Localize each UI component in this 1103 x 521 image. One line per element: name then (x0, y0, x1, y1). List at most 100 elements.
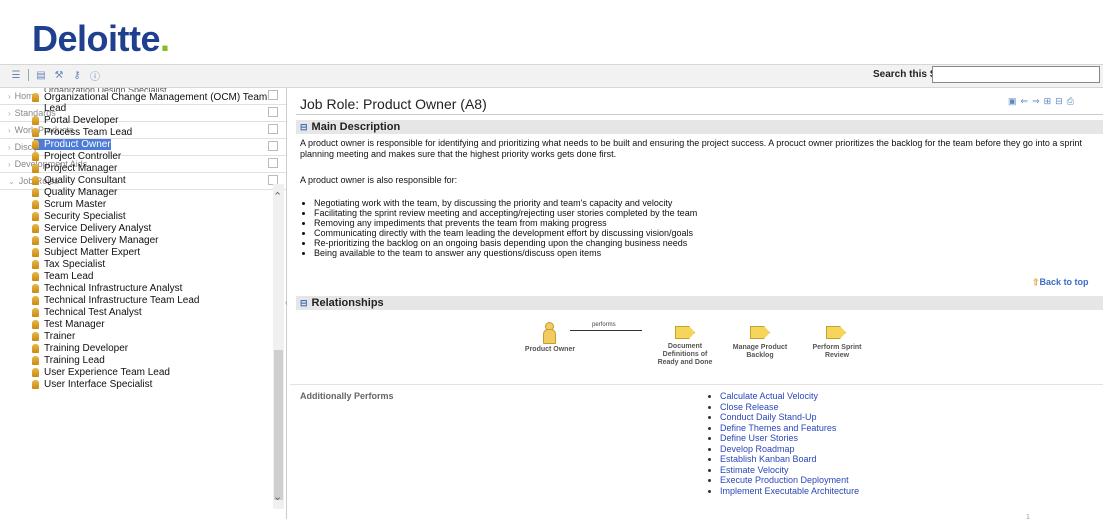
role-icon (32, 344, 39, 353)
performs-label: performs (592, 322, 616, 328)
job-role-item[interactable]: Quality Consultant (0, 175, 274, 187)
job-role-item[interactable]: Training Developer (0, 343, 274, 355)
job-role-item[interactable]: Scrum Master (0, 199, 274, 211)
list-item[interactable]: Develop Roadmap (720, 444, 859, 455)
job-role-item[interactable]: User Interface Specialist (0, 379, 274, 391)
list-item[interactable]: Define User Stories (720, 433, 859, 444)
role-icon (32, 368, 39, 377)
scroll-up-icon[interactable]: ⌃ (273, 190, 282, 203)
job-role-item-selected[interactable]: Product Owner (0, 139, 274, 151)
task-label[interactable]: Perform Sprint Review (810, 344, 864, 360)
role-icon (32, 188, 39, 197)
title-divider (296, 114, 1103, 115)
job-role-item[interactable]: Project Controller (0, 151, 274, 163)
role-icon (32, 176, 39, 185)
list-item[interactable]: Define Themes and Features (720, 423, 859, 434)
role-icon (32, 308, 39, 317)
list-item: Facilitating the sprint review meeting a… (314, 208, 697, 218)
role-icon (32, 380, 39, 389)
job-role-item[interactable]: Project Manager (0, 163, 274, 175)
job-role-item[interactable]: Technical Infrastructure Analyst (0, 283, 274, 295)
toolbar-divider (28, 69, 29, 81)
list-item[interactable]: Execute Production Deployment (720, 475, 859, 486)
role-icon (32, 356, 39, 365)
job-role-item[interactable]: User Experience Team Lead (0, 367, 274, 379)
list-item[interactable]: Close Release (720, 402, 859, 413)
expand-icon[interactable]: ⊞ (1044, 96, 1052, 107)
job-roles-list: Organization Design Specialist Organizat… (0, 88, 274, 423)
job-role-item[interactable]: Quality Manager (0, 187, 274, 199)
role-icon (32, 320, 39, 329)
additionally-performs-list: Calculate Actual Velocity Close Release … (708, 391, 859, 496)
role-actor-icon (543, 322, 556, 344)
job-role-item[interactable]: Security Specialist (0, 211, 274, 223)
list-item[interactable]: Implement Executable Architecture (720, 486, 859, 497)
collapse-section-icon[interactable]: ⊟ (300, 298, 308, 309)
page-tools: ▣ ⇐ ⇒ ⊞ ⊟ ⎙ (1008, 96, 1074, 107)
section-divider (290, 384, 1103, 385)
collapse-section-icon[interactable]: ⊟ (300, 122, 308, 133)
job-role-item[interactable]: Service Delivery Manager (0, 235, 274, 247)
role-icon (32, 116, 39, 125)
job-role-item[interactable]: Test Manager (0, 319, 274, 331)
job-role-item[interactable]: Team Lead (0, 271, 274, 283)
job-role-item[interactable]: Process Team Lead (0, 127, 274, 139)
job-role-item[interactable]: Tax Specialist (0, 259, 274, 271)
main-description-header[interactable]: ⊟ Main Description (296, 120, 1103, 134)
role-icon (32, 128, 39, 137)
role-icon (32, 272, 39, 281)
tree-sync-icon[interactable]: ▣ (1008, 96, 1017, 107)
role-icon (32, 248, 39, 257)
job-role-item[interactable]: Technical Infrastructure Team Lead (0, 295, 274, 307)
scroll-down-icon[interactable]: ⌄ (273, 490, 282, 503)
role-icon (32, 260, 39, 269)
job-role-item[interactable]: Training Lead (0, 355, 274, 367)
performs-line (570, 330, 642, 331)
list-item[interactable]: Calculate Actual Velocity (720, 391, 859, 402)
role-icon (32, 200, 39, 209)
job-role-item[interactable]: Organizational Change Management (OCM) T… (0, 92, 274, 115)
list-item[interactable]: Estimate Velocity (720, 465, 859, 476)
role-icon (32, 332, 39, 341)
job-role-item[interactable]: Service Delivery Analyst (0, 223, 274, 235)
job-role-item[interactable]: Portal Developer (0, 115, 274, 127)
list-item: Re-prioritizing the backlog on an ongoin… (314, 238, 697, 248)
info-icon[interactable]: ⓘ (89, 69, 101, 83)
list-item[interactable]: Establish Kanban Board (720, 454, 859, 465)
tree-icon[interactable]: ▤ (35, 69, 47, 81)
role-icon (32, 93, 39, 102)
back-to-top-link[interactable]: ⇧Back to top (1032, 277, 1089, 288)
task-label[interactable]: Manage Product Backlog (728, 344, 792, 360)
nav-scrollbar-thumb[interactable] (274, 350, 283, 500)
additionally-performs-label: Additionally Performs (300, 391, 394, 401)
role-icon (32, 152, 39, 161)
key-icon[interactable]: ⚷ (71, 69, 83, 81)
print-icon[interactable]: ⎙ (1067, 96, 1074, 107)
actor-label: Product Owner (524, 346, 576, 353)
relationships-header[interactable]: ⊟ Relationships (296, 296, 1103, 310)
forward-icon[interactable]: ⇒ (1032, 96, 1040, 107)
job-role-item[interactable]: Technical Test Analyst (0, 307, 274, 319)
list-icon[interactable]: ☰ (10, 69, 22, 81)
list-item: Communicating directly with the team lea… (314, 228, 697, 238)
site-toolbar: ☰ ▤ ⚒ ⚷ ⓘ Search this Site: (0, 64, 1103, 88)
list-item: Negotiating work with the team, by discu… (314, 198, 697, 208)
role-icon (32, 296, 39, 305)
page-title: Job Role: Product Owner (A8) (300, 96, 487, 112)
description-paragraph: A product owner is responsible for ident… (300, 138, 1082, 159)
tools-icon[interactable]: ⚒ (53, 69, 65, 81)
collapse-panel-icon[interactable]: ‹ (285, 298, 288, 307)
list-item: Being available to the team to answer an… (314, 248, 697, 258)
role-icon (32, 224, 39, 233)
collapse-icon[interactable]: ⊟ (1055, 96, 1063, 107)
responsibilities-list: Negotiating work with the team, by discu… (304, 198, 697, 258)
search-input[interactable] (932, 66, 1100, 83)
role-icon (32, 284, 39, 293)
job-role-item[interactable]: Trainer (0, 331, 274, 343)
task-label[interactable]: Document Definitions of Ready and Done (656, 343, 714, 367)
back-icon[interactable]: ⇐ (1021, 96, 1029, 107)
job-role-item[interactable]: Subject Matter Expert (0, 247, 274, 259)
list-item: Removing any impediments that prevents t… (314, 218, 697, 228)
deloitte-logo: Deloitte. (32, 18, 170, 59)
list-item[interactable]: Conduct Daily Stand-Up (720, 412, 859, 423)
